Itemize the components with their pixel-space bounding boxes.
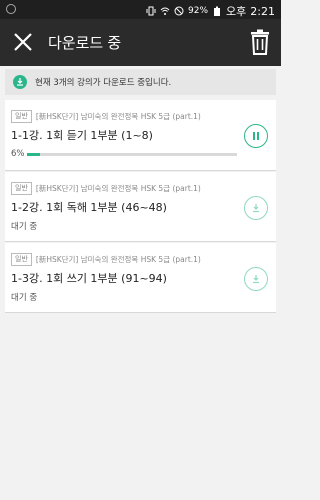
lecture-type-badge: 일반 bbox=[11, 253, 32, 266]
download-item[interactable]: 일반 [新HSK단기] 남미숙의 완전정복 HSK 5급 (part.1) 1-… bbox=[5, 100, 276, 171]
pause-icon bbox=[253, 132, 259, 140]
download-button[interactable] bbox=[244, 196, 268, 220]
app-bar: 다운로드 중 bbox=[0, 19, 281, 66]
status-bar: 92% 오후 2:21 bbox=[0, 0, 281, 19]
status-time: 2:21 bbox=[250, 4, 275, 18]
battery-icon bbox=[214, 6, 221, 16]
progress-bar bbox=[27, 153, 237, 156]
close-icon[interactable] bbox=[12, 31, 34, 53]
progress-fill bbox=[27, 153, 40, 156]
wifi-icon bbox=[160, 7, 170, 15]
download-status: 대기 중 bbox=[11, 222, 38, 232]
download-item[interactable]: 일반 [新HSK단기] 남미숙의 완전정복 HSK 5급 (part.1) 1-… bbox=[5, 172, 276, 242]
page-title: 다운로드 중 bbox=[48, 35, 122, 52]
course-title: [新HSK단기] 남미숙의 완전정복 HSK 5급 (part.1) bbox=[35, 184, 201, 193]
trash-icon[interactable] bbox=[249, 29, 271, 55]
pause-button[interactable] bbox=[244, 124, 268, 148]
status-icons: 92% 오후 2:21 bbox=[146, 3, 275, 19]
download-icon bbox=[253, 204, 259, 213]
course-title: [新HSK단기] 남미숙의 완전정복 HSK 5급 (part.1) bbox=[35, 255, 201, 264]
lecture-type-badge: 일반 bbox=[11, 110, 32, 123]
course-title: [新HSK단기] 남미숙의 완전정복 HSK 5급 (part.1) bbox=[35, 112, 201, 121]
battery-percent: 92% bbox=[188, 6, 209, 16]
download-icon bbox=[13, 75, 27, 89]
download-item[interactable]: 일반 [新HSK단기] 남미숙의 완전정복 HSK 5급 (part.1) 1-… bbox=[5, 243, 276, 313]
lesson-title: 1-3강. 1회 쓰기 1부분 (91~94) bbox=[11, 272, 167, 285]
notification-icon bbox=[6, 4, 16, 14]
lecture-type-badge: 일반 bbox=[11, 182, 32, 195]
vibrate-icon bbox=[146, 6, 156, 16]
download-notice: 현재 3개의 강의가 다운로드 중입니다. bbox=[5, 69, 276, 95]
download-status: 6% bbox=[11, 149, 25, 159]
lesson-title: 1-1강. 1회 듣기 1부분 (1~8) bbox=[11, 129, 153, 142]
status-ampm: 오후 bbox=[226, 5, 247, 18]
download-icon bbox=[253, 275, 259, 284]
download-status: 대기 중 bbox=[11, 293, 38, 303]
lesson-title: 1-2강. 1회 독해 1부분 (46~48) bbox=[11, 201, 167, 214]
download-button[interactable] bbox=[244, 267, 268, 291]
no-signal-icon bbox=[174, 6, 184, 16]
notice-text: 현재 3개의 강의가 다운로드 중입니다. bbox=[35, 78, 172, 88]
